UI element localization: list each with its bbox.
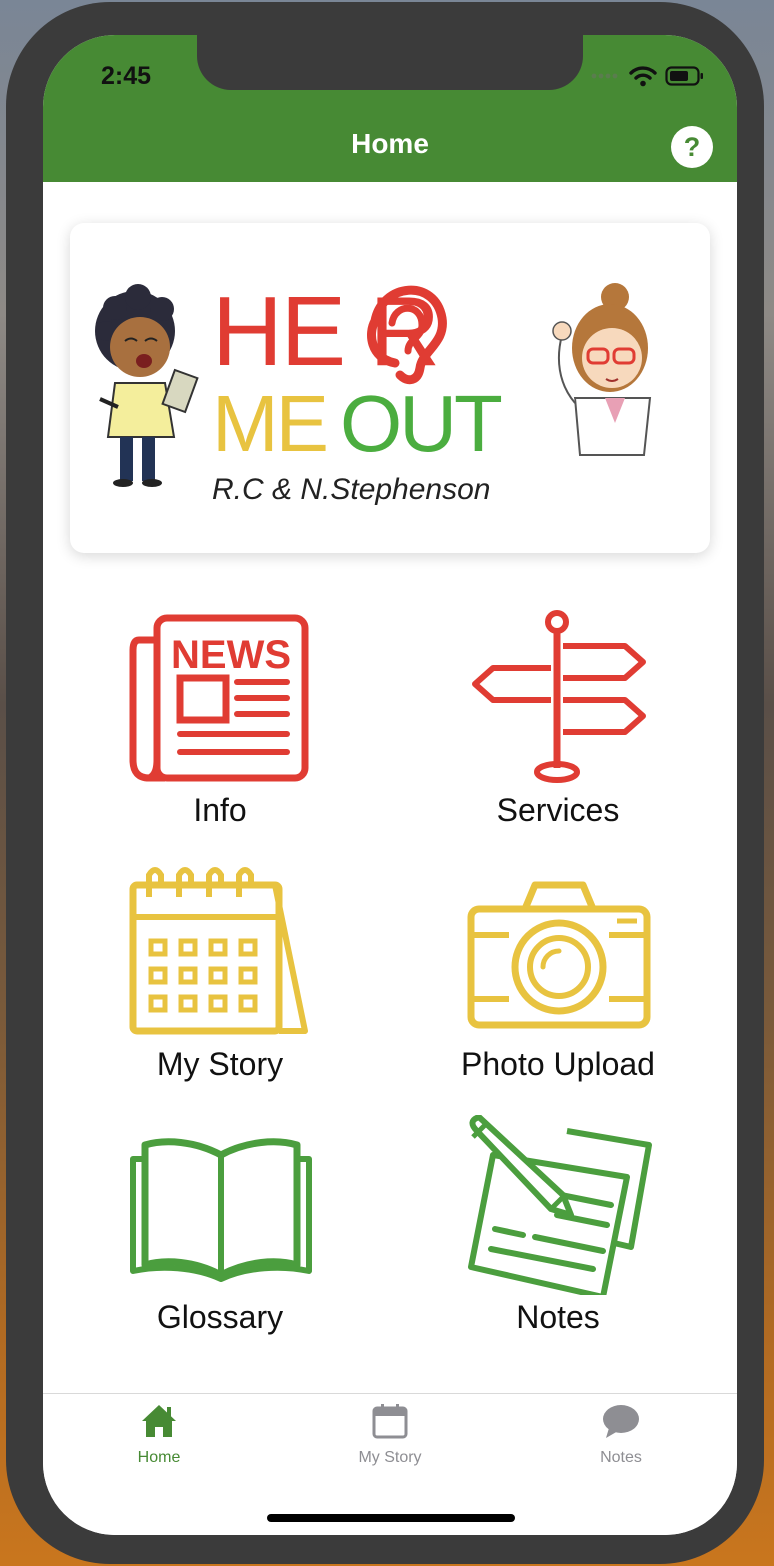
hear-me-out-banner: HE R ME OUT R.C & N.Stephenson [70,223,710,553]
home-indicator[interactable] [267,1514,515,1522]
device-frame: 2:45 Home ? HE R ME OUT R.C & N.Stephens… [6,2,764,1564]
tile-services[interactable]: Services [428,610,688,840]
header-bar: 2:45 Home ? [43,35,737,182]
status-time: 2:45 [101,62,152,90]
signpost-icon [472,610,646,783]
banner-logo: HE R ME OUT R.C & N.Stephenson [95,276,652,506]
page-title: Home [351,128,429,159]
tab-home[interactable]: Home [89,1402,229,1467]
tile-notes[interactable]: Notes [428,1115,688,1345]
chat-bubble-icon [603,1405,639,1438]
tab-my-story[interactable]: My Story [320,1402,460,1467]
battery-icon [665,66,703,86]
tile-label: My Story [156,1046,284,1082]
help-button[interactable]: ? [671,126,713,168]
calendar-icon [129,867,308,1035]
svg-text:OUT: OUT [340,379,502,468]
book-icon [130,1138,312,1282]
newspaper-icon: NEWS [129,614,309,782]
device-notch [197,35,583,90]
tab-label: My Story [358,1449,422,1466]
tile-info[interactable]: NEWS Info [90,610,350,840]
tab-label: Notes [600,1449,642,1466]
hear-me-out-title: HE R ME OUT R.C & N.Stephenson [212,276,505,506]
boy-character-illustration [95,284,199,487]
wifi-icon [629,66,657,87]
tab-label: Home [137,1449,181,1466]
tile-label: Glossary [156,1299,284,1335]
svg-text:NEWS: NEWS [171,633,291,677]
app-screen: 2:45 Home ? HE R ME OUT R.C & N.Stephens… [43,35,737,1535]
tile-glossary[interactable]: Glossary [90,1115,350,1345]
cellular-signal-icon [591,73,618,79]
camera-icon [467,881,651,1029]
tile-label: Services [496,792,620,828]
svg-text:R.C & N.Stephenson: R.C & N.Stephenson [212,473,490,506]
tab-notes[interactable]: Notes [551,1402,691,1467]
tile-photo-upload[interactable]: Photo Upload [428,863,688,1093]
tile-label: Info [193,792,247,828]
tile-label: Photo Upload [461,1046,655,1082]
girl-character-illustration [552,283,652,456]
status-icons [591,63,705,89]
calendar-icon [372,1404,408,1439]
tile-my-story[interactable]: My Story [90,863,350,1093]
svg-text:ME: ME [212,379,326,468]
notes-icon [468,1115,652,1295]
home-icon [142,1405,176,1437]
tile-label: Notes [516,1299,600,1335]
